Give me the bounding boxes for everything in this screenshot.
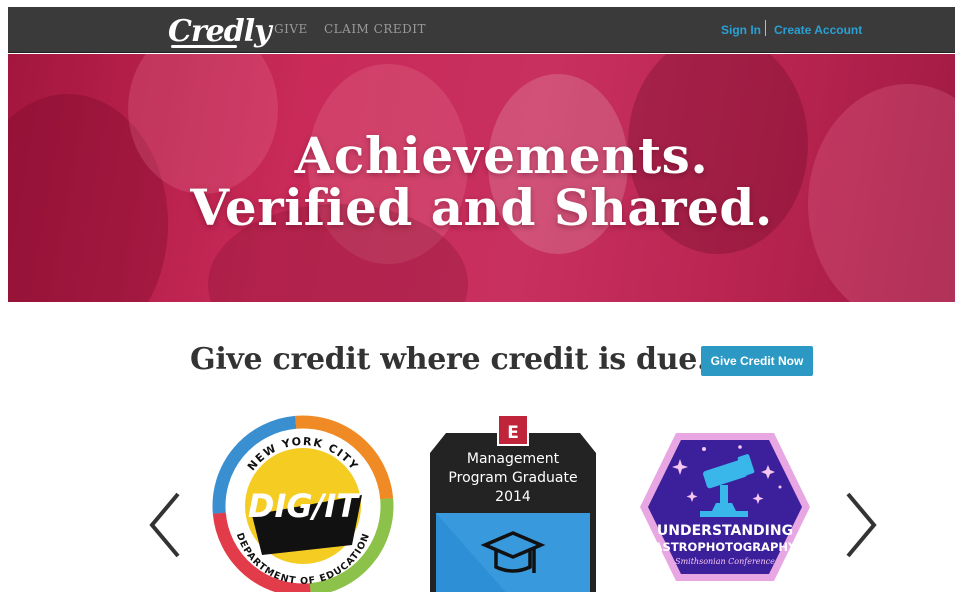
badge-nyc-digit[interactable]: NEW YORK CITY DIG/IT DEPARTMENT OF EDUCA… — [212, 415, 394, 592]
badge-management-graduate[interactable]: E Management Program Graduate 2014 — [430, 413, 596, 592]
give-credit-now-button[interactable]: Give Credit Now — [701, 346, 813, 376]
create-account-link[interactable]: Create Account — [774, 23, 862, 37]
badge-nyc-center-text: DIG/IT — [248, 487, 360, 525]
badge-astro-line3: Smithsonian Conference — [675, 557, 775, 566]
badge-astro-line1: UNDERSTANDING — [657, 523, 793, 539]
chevron-left-icon[interactable] — [146, 490, 186, 560]
nav-give-link[interactable]: GIVE — [274, 22, 308, 36]
badge-mgmt-line1: Management — [467, 451, 560, 467]
badge-astrophotography[interactable]: UNDERSTANDING ASTROPHOTOGRAPHY Smithsoni… — [640, 431, 810, 583]
hero-banner: Achievements. Verified and Shared. — [8, 54, 955, 302]
badge-letter: E — [507, 423, 519, 443]
top-nav: Credly GIVE CLAIM CREDIT Sign In Create … — [8, 7, 955, 53]
auth-separator — [765, 20, 766, 36]
nav-claim-credit-link[interactable]: CLAIM CREDIT — [324, 22, 426, 36]
badge-mgmt-line2: Program Graduate — [448, 470, 577, 486]
sign-in-link[interactable]: Sign In — [721, 23, 761, 37]
hero-headline-line1: Achievements. — [294, 126, 709, 185]
tagline: Give credit where credit is due. — [190, 342, 708, 377]
chevron-right-icon[interactable] — [840, 490, 880, 560]
hero-headline-line2: Verified and Shared. — [190, 178, 773, 237]
logo-underline — [171, 45, 237, 48]
badge-mgmt-line3: 2014 — [495, 489, 531, 505]
badge-astro-line2: ASTROPHOTOGRAPHY — [654, 540, 797, 554]
credly-logo[interactable]: Credly — [168, 14, 272, 49]
